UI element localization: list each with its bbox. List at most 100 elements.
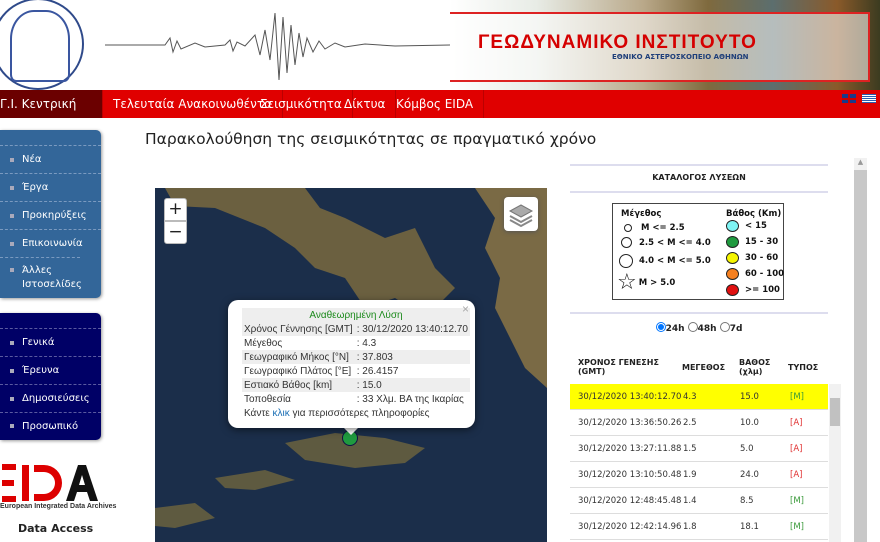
- depth-color-dot: [726, 284, 739, 296]
- catalog-row[interactable]: 30/12/2020 13:40:12.70 4.3 15.0 [M]: [570, 384, 828, 410]
- sidebar-item-staff[interactable]: Προσωπικό: [0, 412, 101, 439]
- catalog-table-header: ΧΡΟΝΟΣ ΓΕΝΕΣΗΣ (GMT) ΜΕΓΕΘΟΣ ΒΑΘΟΣ (χλμ)…: [570, 355, 828, 381]
- sidebar-menu-institute: Γενικά Έρευνα Δημοσιεύσεις Προσωπικό: [0, 313, 101, 440]
- legend-depth-item: 60 - 100: [726, 268, 784, 280]
- sidebar-item-general[interactable]: Γενικά: [0, 328, 101, 356]
- depth-color-dot: [726, 268, 739, 280]
- large-circle-icon: [619, 254, 633, 268]
- col-type: ΤΥΠΟΣ: [788, 363, 819, 372]
- catalog-row[interactable]: 30/12/2020 13:10:50.48 1.9 24.0 [A]: [570, 462, 828, 488]
- nav-home[interactable]: Γ.Ι. Κεντρική Σελίδα: [0, 90, 103, 139]
- scroll-up-arrow-icon[interactable]: ▲: [854, 158, 867, 170]
- cell-type: [M]: [790, 392, 804, 402]
- radio-24h[interactable]: [655, 322, 666, 332]
- cell-depth: 15.0: [740, 392, 759, 402]
- sidebar-item-research[interactable]: Έρευνα: [0, 356, 101, 384]
- cell-type: [A]: [790, 418, 803, 428]
- sidebar-item-news[interactable]: Νέα: [0, 145, 101, 173]
- popup-row: Μέγεθος: 4.3: [244, 337, 377, 349]
- catalog-row[interactable]: 30/12/2020 12:48:45.48 1.4 8.5 [M]: [570, 488, 828, 514]
- zoom-out-button[interactable]: −: [164, 221, 187, 244]
- eida-caption: European Integrated Data Archives: [0, 503, 117, 510]
- cell-depth: 8.5: [740, 496, 754, 506]
- divider: [570, 191, 828, 193]
- bullet-icon: [10, 340, 14, 345]
- legend-depth-item: 30 - 60: [726, 252, 778, 264]
- radio-48h[interactable]: [687, 322, 698, 332]
- popup-details-table: Αναθεωρημένη Λύση Χρόνος Γέννησης [GMT]:…: [242, 308, 470, 420]
- seismogram-graphic: [105, 12, 450, 81]
- cell-mag: 1.5: [683, 444, 697, 454]
- cell-depth: 24.0: [740, 470, 759, 480]
- close-icon[interactable]: ×: [462, 302, 469, 316]
- institute-subtitle: ΕΘΝΙΚΟ ΑΣΤΕΡΟΣΚΟΠΕΙΟ ΑΘΗΝΩΝ: [612, 53, 749, 61]
- greek-flag-icon[interactable]: [862, 94, 876, 103]
- nav-eida-node[interactable]: Κόμβος EIDA: [386, 90, 485, 118]
- earthquake-popup: × Αναθεωρημένη Λύση Χρόνος Γέννησης [GMT…: [228, 300, 475, 428]
- bullet-icon: [10, 185, 14, 190]
- cell-depth: 18.1: [740, 522, 759, 532]
- layers-control[interactable]: [504, 197, 538, 231]
- cell-mag: 1.9: [683, 470, 697, 480]
- bullet-icon: [10, 213, 14, 218]
- divider: [570, 312, 828, 314]
- catalog-row[interactable]: 30/12/2020 12:42:14.96 1.8 18.1 [M]: [570, 514, 828, 540]
- cell-type: [A]: [790, 470, 803, 480]
- table-scrollbar-thumb[interactable]: [830, 398, 840, 426]
- zoom-in-button[interactable]: +: [164, 198, 187, 221]
- popup-row: Γεωγραφικό Πλάτος [°E]: 26.4157: [244, 365, 399, 377]
- cell-time: 30/12/2020 12:42:14.96: [578, 522, 682, 532]
- period-24h[interactable]: 24h: [655, 322, 685, 334]
- col-depth: ΒΑΘΟΣ (χλμ): [739, 358, 771, 376]
- bullet-icon: [10, 268, 14, 272]
- cell-time: 30/12/2020 13:27:11.88: [578, 444, 682, 454]
- popup-row: Γεωγραφικό Μήκος [°N]: 37.803: [242, 350, 470, 364]
- popup-row: Χρόνος Γέννησης [GMT]: 30/12/2020 13:40:…: [242, 322, 470, 336]
- depth-color-dot: [726, 252, 739, 264]
- bullet-icon: [10, 241, 14, 246]
- catalog-row[interactable]: 30/12/2020 13:36:50.26 2.5 10.0 [A]: [570, 410, 828, 436]
- page-scrollbar[interactable]: [854, 158, 867, 542]
- legend-size-item: 2.5 < M <= 4.0: [620, 237, 711, 248]
- institute-title: ΓΕΩΔΥΝΑΜΙΚΟ ΙΝΣΤΙΤΟΥΤΟ: [478, 32, 757, 53]
- col-magnitude: ΜΕΓΕΘΟΣ: [682, 363, 726, 372]
- legend-depth-item: < 15: [726, 220, 767, 232]
- legend-size-item: M <= 2.5: [621, 223, 685, 233]
- data-access-link[interactable]: Data Access: [18, 522, 93, 535]
- divider: [570, 164, 828, 166]
- language-switcher: [842, 94, 876, 103]
- cell-time: 30/12/2020 12:48:45.48: [578, 496, 682, 506]
- legend-depth-title: Βάθος (Km): [726, 209, 782, 219]
- medium-circle-icon: [621, 237, 632, 248]
- star-icon: ☆: [617, 270, 637, 295]
- depth-color-dot: [726, 236, 739, 248]
- radio-7d[interactable]: [719, 322, 730, 332]
- sidebar-item-projects[interactable]: Έργα: [0, 173, 101, 201]
- eida-logo[interactable]: [0, 463, 100, 503]
- sidebar-item-announcements[interactable]: Προκηρύξεις: [0, 201, 101, 229]
- legend-size-title: Μέγεθος: [621, 209, 662, 219]
- bullet-icon: [10, 424, 14, 428]
- layers-icon: [508, 204, 534, 228]
- col-time: ΧΡΟΝΟΣ ΓΕΝΕΣΗΣ (GMT): [578, 358, 659, 376]
- uk-flag-icon[interactable]: [842, 94, 856, 103]
- cell-time: 30/12/2020 13:10:50.48: [578, 470, 682, 480]
- page-title: Παρακολούθηση της σεισμικότητας σε πραγμ…: [145, 130, 597, 148]
- more-info-link[interactable]: κλικ: [273, 408, 290, 419]
- island-naxos: [155, 503, 215, 528]
- popup-title: Αναθεωρημένη Λύση: [242, 308, 470, 322]
- period-7d[interactable]: 7d: [719, 322, 742, 334]
- main-nav: Γ.Ι. Κεντρική Σελίδα Τελευταία Ανακοινωθ…: [0, 90, 880, 139]
- sidebar-item-publications[interactable]: Δημοσιεύσεις: [0, 384, 101, 412]
- cell-type: [M]: [790, 522, 804, 532]
- cell-type: [A]: [790, 444, 803, 454]
- popup-row: Τοποθεσία: 33 Χλμ. ΒΑ της Ικαρίας: [244, 393, 464, 405]
- cell-mag: 1.4: [683, 496, 697, 506]
- period-48h[interactable]: 48h: [687, 322, 717, 334]
- sidebar-item-other-sites[interactable]: Άλλες Ιστοσελίδες: [0, 257, 82, 297]
- bullet-icon: [10, 157, 14, 162]
- bullet-icon: [10, 396, 14, 401]
- sidebar-item-contact[interactable]: Επικοινωνία: [0, 229, 101, 257]
- catalog-row[interactable]: 30/12/2020 13:27:11.88 1.5 5.0 [A]: [570, 436, 828, 462]
- bullet-icon: [10, 368, 14, 373]
